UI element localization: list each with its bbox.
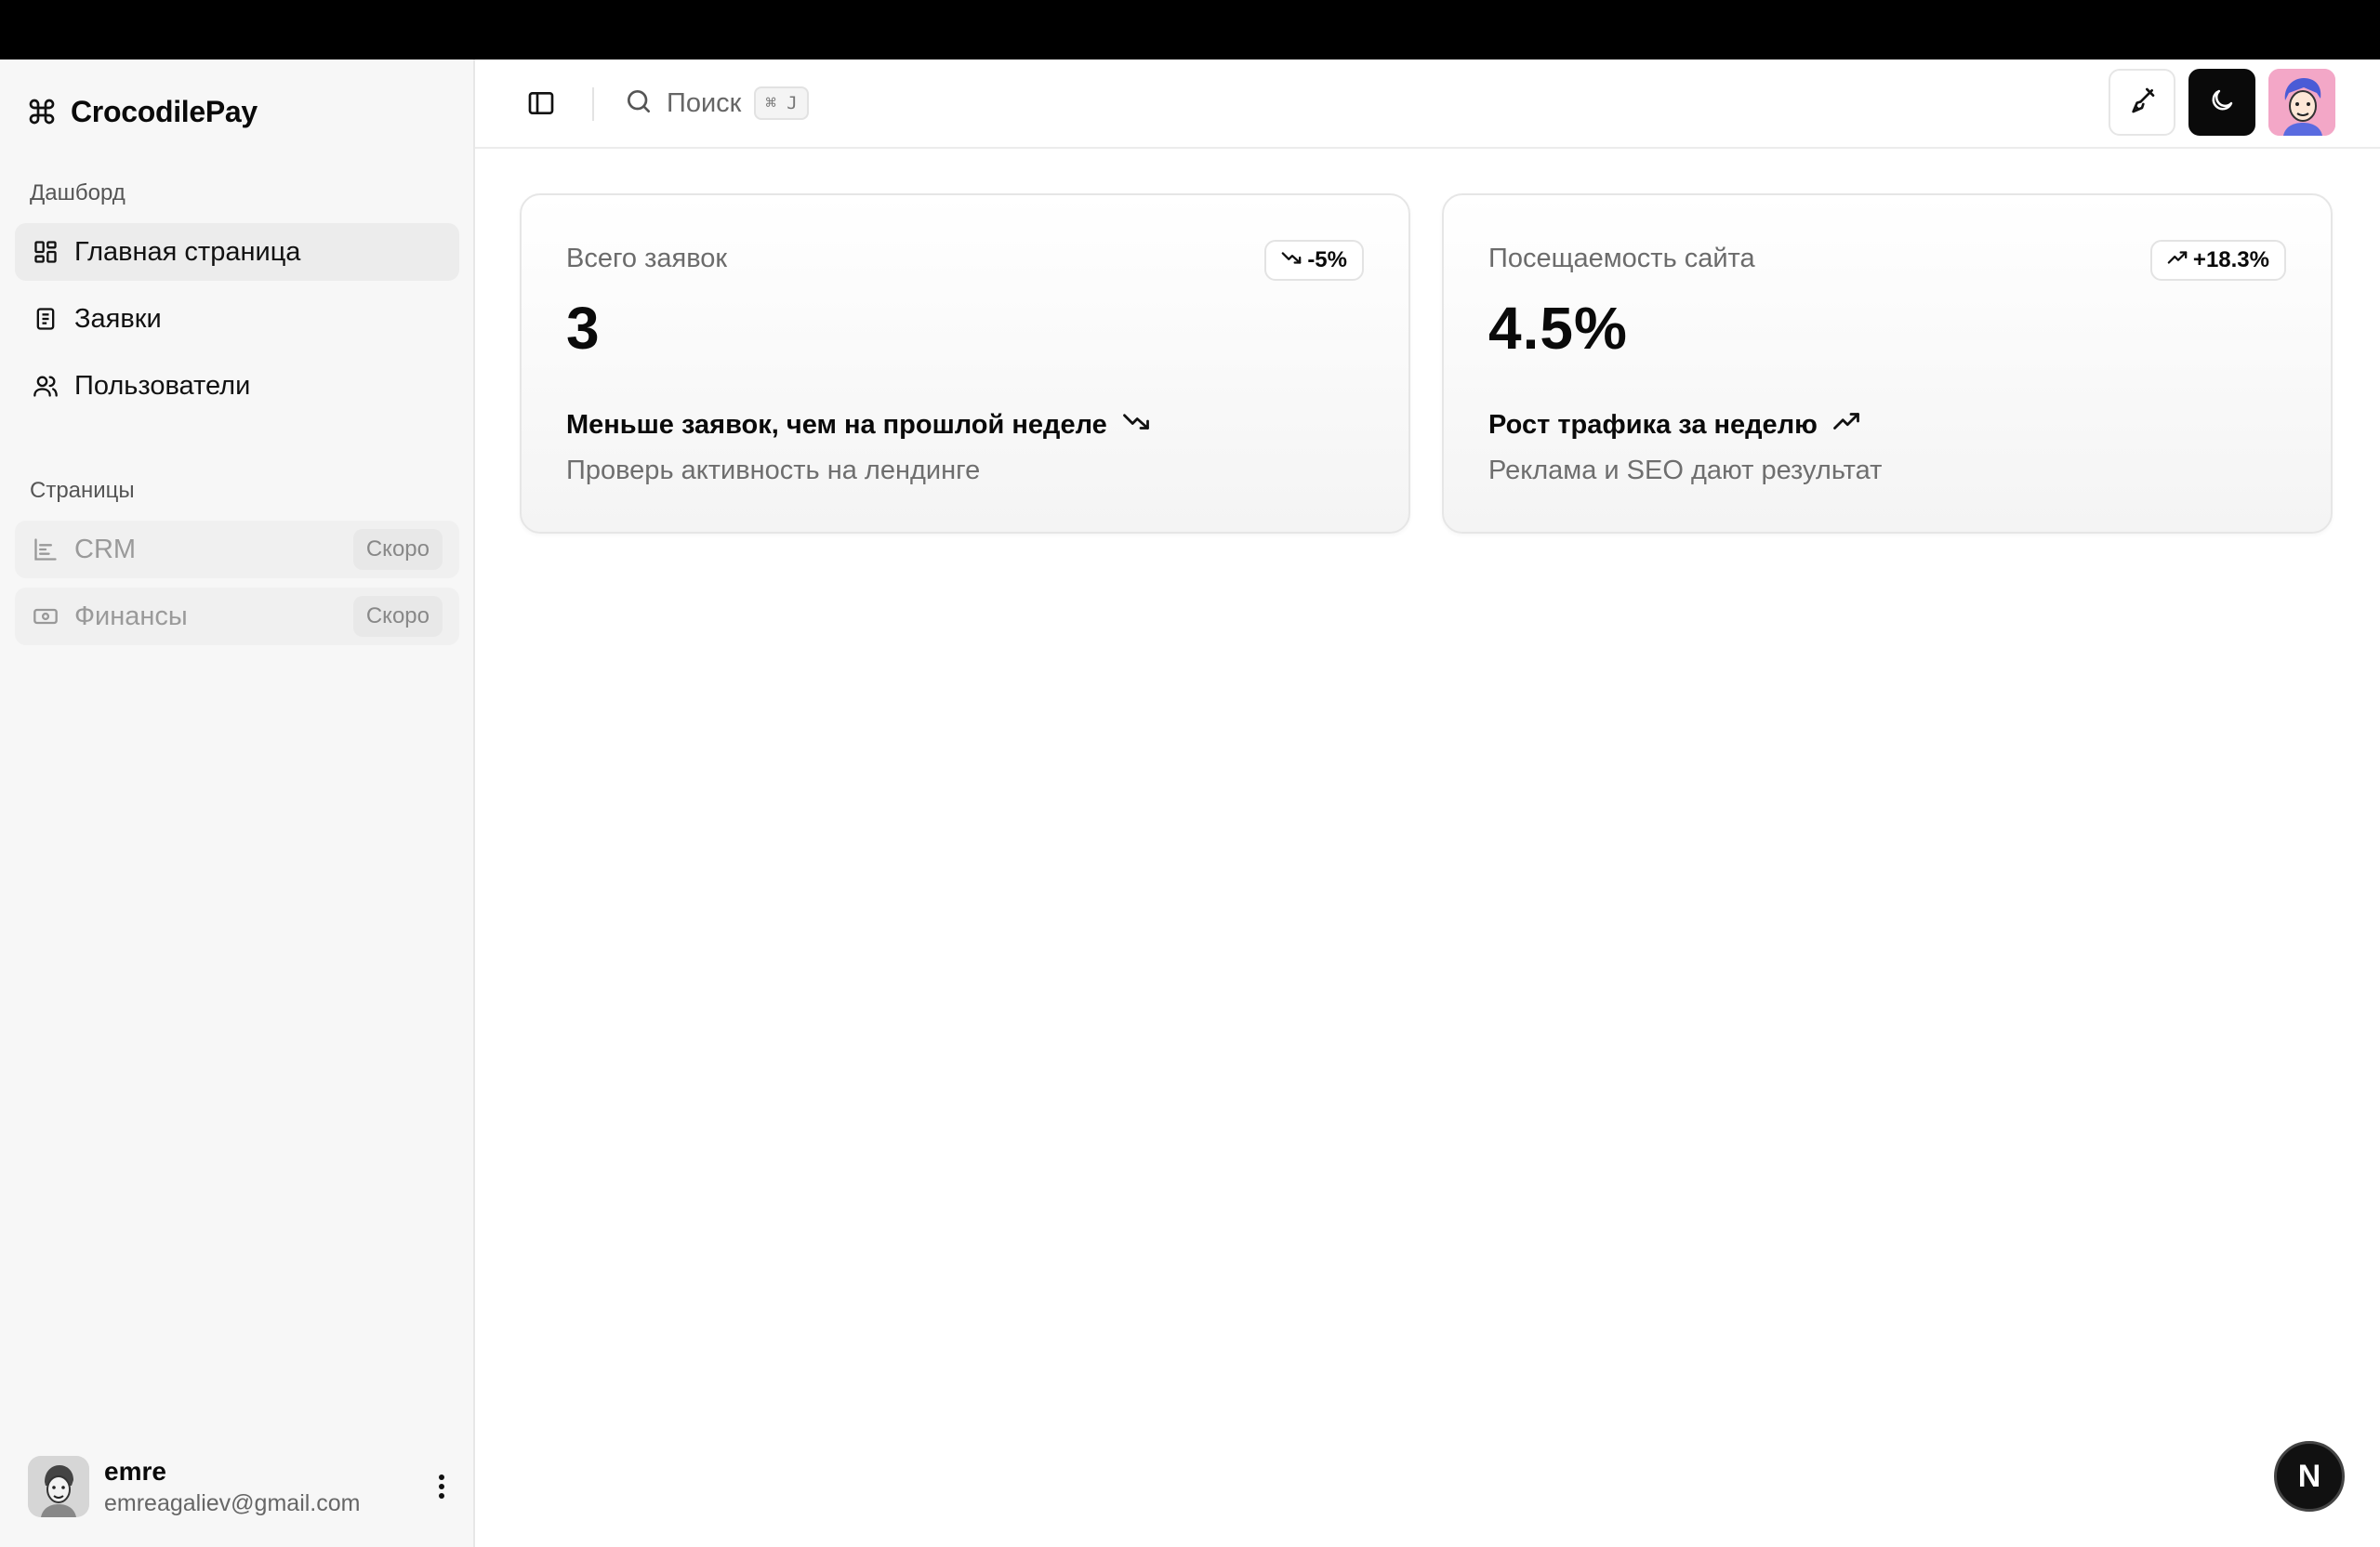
group-label-dashboard: Дашборд (30, 180, 126, 205)
card-subtext: Проверь активность на лендинге (566, 456, 981, 485)
search-label: Поиск (667, 87, 742, 118)
nav-pages: CRM Скоро Финансы Скоро (15, 521, 459, 654)
stat-card-traffic: Посещаемость сайта +18.3% 4.5% Рост траф… (1442, 193, 2333, 534)
card-label: Всего заявок (566, 244, 728, 273)
search-icon (624, 86, 654, 121)
sidebar-item-label: Пользователи (74, 370, 251, 401)
trending-down-icon (1281, 247, 1302, 274)
trending-down-icon (1122, 407, 1150, 443)
sidebar-item-finance[interactable]: Финансы Скоро (15, 588, 459, 645)
stat-card-requests: Всего заявок -5% 3 Меньше заявок, чем на… (520, 193, 1410, 534)
main-content: Поиск ⌘ J Всего заявок -5% 3 Меньше заяв… (475, 60, 2380, 1547)
banknote-icon (32, 602, 60, 630)
soon-badge: Скоро (352, 596, 443, 637)
trend-badge: +18.3% (2149, 240, 2286, 281)
header-actions (2109, 69, 2335, 136)
shortcut-hint: ⌘ J (754, 86, 809, 120)
user-menu[interactable]: emre emreagaliev@gmail.com (28, 1454, 456, 1519)
sidebar-item-label: Финансы (74, 601, 188, 631)
users-icon (32, 372, 60, 400)
document-icon (32, 305, 60, 333)
avatar (28, 1456, 89, 1517)
chart-icon (32, 536, 60, 563)
sidebar: CrocodilePay Дашборд Главная страница За… (0, 60, 475, 1547)
card-subtext: Реклама и SEO дают результат (1488, 456, 1883, 485)
user-email: emreagaliev@gmail.com (104, 1489, 361, 1516)
soon-badge: Скоро (352, 529, 443, 570)
group-label-pages: Страницы (30, 478, 135, 503)
trend-value: +18.3% (2192, 247, 2269, 272)
card-footer-text: Рост трафика за неделю (1488, 409, 1818, 440)
app: CrocodilePay Дашборд Главная страница За… (0, 60, 2380, 1547)
card-label: Посещаемость сайта (1488, 244, 1755, 273)
moon-icon (2208, 86, 2236, 119)
user-name: emre (104, 1456, 166, 1486)
header: Поиск ⌘ J (475, 60, 2380, 149)
search-button[interactable]: Поиск ⌘ J (624, 80, 809, 126)
dashboard-icon (32, 238, 60, 266)
brand[interactable]: CrocodilePay (26, 86, 258, 138)
window-top-bar (0, 0, 2380, 60)
card-footer: Меньше заявок, чем на прошлой неделе (566, 407, 1150, 443)
trend-value: -5% (1307, 247, 1347, 272)
stats-cards: Всего заявок -5% 3 Меньше заявок, чем на… (520, 193, 2333, 534)
sidebar-toggle-icon[interactable] (520, 82, 562, 125)
sidebar-item-home[interactable]: Главная страница (15, 223, 459, 281)
sidebar-item-label: Заявки (74, 303, 162, 334)
trending-up-icon (1832, 407, 1860, 443)
theme-customizer-button[interactable] (2109, 69, 2175, 136)
sidebar-item-users[interactable]: Пользователи (15, 357, 459, 415)
nav-main: Главная страница Заявки Пользователи (15, 223, 459, 424)
more-vertical-icon[interactable] (428, 1463, 456, 1510)
trending-up-icon (2167, 247, 2188, 274)
brand-name: CrocodilePay (71, 94, 258, 128)
profile-avatar[interactable] (2268, 69, 2335, 136)
sidebar-item-requests[interactable]: Заявки (15, 290, 459, 348)
trend-badge: -5% (1264, 240, 1364, 281)
card-footer: Рост трафика за неделю (1488, 407, 1860, 443)
nextjs-devtools-button[interactable]: N (2274, 1441, 2345, 1512)
fab-label: N (2297, 1458, 2321, 1494)
sidebar-item-crm[interactable]: CRM Скоро (15, 521, 459, 578)
card-value: 4.5% (1488, 295, 1628, 362)
header-divider (592, 87, 594, 121)
dark-mode-toggle[interactable] (2188, 69, 2255, 136)
command-icon (26, 96, 58, 127)
sidebar-item-label: CRM (74, 534, 137, 564)
sidebar-item-label: Главная страница (74, 236, 301, 267)
card-value: 3 (566, 295, 601, 362)
card-footer-text: Меньше заявок, чем на прошлой неделе (566, 409, 1107, 440)
paintbrush-icon (2127, 86, 2157, 120)
